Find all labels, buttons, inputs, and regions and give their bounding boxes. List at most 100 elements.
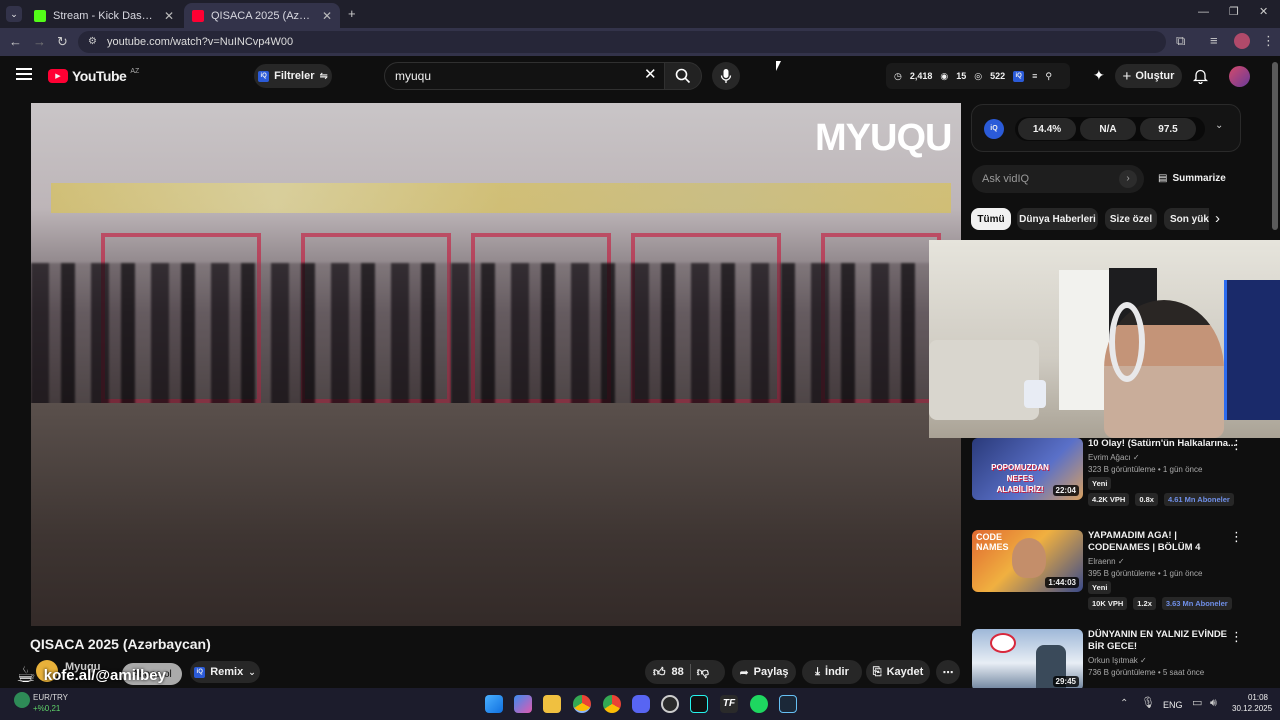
account-avatar[interactable] [1229,66,1250,87]
reload-icon[interactable]: ↻ [57,35,68,48]
search-input[interactable]: myuqu [384,62,666,90]
more-horizontal-icon: ⋯ [942,666,954,679]
close-tab-icon[interactable]: ✕ [322,9,332,23]
youtube-logo[interactable]: ▶ YouTube AZ [48,68,139,84]
spotify-icon[interactable] [750,695,768,713]
copilot-icon[interactable] [514,695,532,713]
vidiq-score-1[interactable]: 14.4% [1018,118,1076,140]
volume-icon[interactable]: 🔊︎ [1210,698,1217,709]
search-button[interactable] [664,62,702,90]
chrome-active-icon[interactable] [573,695,591,713]
reading-list-icon[interactable]: ≡ [1210,34,1218,47]
recommended-channel[interactable]: Orkun Işıtmak ✓ [1088,656,1238,665]
window-close-icon[interactable]: ✕ [1259,7,1268,18]
list-icon[interactable]: ≡ [1032,71,1037,81]
recommended-channel[interactable]: Evrim Ağacı ✓ [1088,453,1238,462]
network-icon[interactable]: ▭ [1192,698,1202,709]
clear-search-icon[interactable]: ✕ [644,67,657,82]
browser-menu-icon[interactable]: ⋮ [1262,34,1275,47]
chevron-down-icon[interactable]: ⌄ [1215,121,1223,131]
save-button[interactable]: ⎘ Kaydet [866,660,930,684]
tray-mic-icon[interactable]: 🎙︎ [1141,698,1155,709]
remix-button[interactable]: iQ Remix ⌄ [190,661,260,683]
gemini-ask-icon[interactable]: ✦ [1093,68,1105,82]
recommended-title[interactable]: DÜNYANIN EN YALNIZ EVİNDE BİR GECE! [1088,629,1238,653]
vidiq-score-2[interactable]: N/A [1080,118,1136,140]
windows-start-icon[interactable] [485,695,503,713]
browser-tab-strip: ⌄ Stream - Kick Dashboard ✕ QISACA 2025 … [0,0,1280,28]
recommended-title[interactable]: YAPAMADIM AGA! | CODENAMES | BÖLÜM 4 [1088,530,1238,554]
like-count[interactable]: 88 [672,666,684,678]
vidiq-logo-icon: iQ [984,119,1004,139]
tiktok-icon[interactable] [690,695,708,713]
sliders-icon: ⇋ [319,70,328,82]
video-frame-floor [31,403,961,626]
maximize-icon[interactable]: ❐ [1229,7,1239,18]
notifications-bell-icon[interactable] [1192,68,1209,89]
summarize-button[interactable]: ▤ Summarize [1158,173,1226,184]
steam-icon[interactable] [779,695,797,713]
new-tab-icon[interactable]: + [348,7,356,20]
recommended-channel[interactable]: Elraenn ✓ [1088,557,1238,566]
more-actions-button[interactable]: ⋯ [936,660,960,684]
hamburger-menu-icon[interactable] [16,68,32,80]
forward-icon[interactable]: → [33,35,46,48]
voice-search-button[interactable] [712,62,740,90]
recommended-video[interactable]: CODE NAMES 1:44:03 YAPAMADIM AGA! | CODE… [972,530,1272,620]
currency-pair: EUR/TRY [33,693,68,702]
share-button[interactable]: ➦ Paylaş [732,660,796,684]
chevron-down-icon: ⌄ [248,666,256,677]
extensions-icon[interactable]: ⧉ [1176,34,1185,47]
address-bar[interactable]: ⚙ youtube.com/watch?v=NuINCvp4W00 [78,31,1166,53]
page-scrollbar-thumb[interactable] [1272,62,1278,230]
create-button[interactable]: + Oluştur [1115,64,1182,88]
vidiq-icon[interactable]: iQ [1013,70,1025,82]
video-player[interactable]: MYUQU [31,103,961,626]
chip-recently-uploaded[interactable]: Son yük [1164,208,1209,230]
discord-icon[interactable] [632,695,650,713]
more-vertical-icon[interactable]: ⋮ [1230,630,1243,643]
chip-for-you[interactable]: Size özel [1105,208,1157,230]
close-tab-icon[interactable]: ✕ [164,9,174,23]
file-explorer-icon[interactable] [543,695,561,713]
back-icon[interactable]: ← [9,35,22,48]
chip-all[interactable]: Tümü [971,208,1011,230]
like-icon[interactable]: 👍︎ [653,665,666,680]
tab-youtube-video[interactable]: QISACA 2025 (Azərbaycan) - YouTube ✕ [184,3,340,28]
chrome-icon[interactable] [603,695,621,713]
channel-stats-bar: ◷ 2,418 ◉ 15 ◎ 522 iQ ≡ ⚲ [886,63,1070,89]
more-vertical-icon[interactable]: ⋮ [1230,530,1243,543]
chips-next-icon[interactable]: › [1215,210,1220,227]
recommended-title[interactable]: 10 Olay! (Satürn'ün Halkalarına... [1088,438,1238,450]
tab-search-button[interactable]: ⌄ [6,6,22,22]
vidiq-score-panel: iQ 14.4% N/A 97.5 ⌄ [971,104,1241,152]
tray-overflow-icon[interactable]: ⌃ [1120,699,1128,709]
vidiq-score-3[interactable]: 97.5 [1140,118,1196,140]
screen: { "browser": { "tabs": [ {"title": "Stre… [0,0,1280,720]
eye-icon: ◉ [940,70,949,81]
currency-widget-icon[interactable] [14,692,30,708]
recommended-video[interactable]: POPOMUZDAN NEFES ALABİLİRİZ! 22:04 10 Ol… [972,438,1272,528]
tab-kick-dashboard[interactable]: Stream - Kick Dashboard ✕ [26,3,182,28]
webcam-cup [1024,380,1046,408]
input-language[interactable]: ENG [1163,700,1183,710]
more-vertical-icon[interactable]: ⋮ [1230,438,1243,451]
webcam-bed [929,340,1039,420]
tf-app-icon[interactable]: TF [720,695,738,713]
recommended-video[interactable]: 29:45 DÜNYANIN EN YALNIZ EVİNDE BİR GECE… [972,629,1272,688]
obs-icon[interactable] [661,695,679,713]
trophy-icon[interactable]: ⚲ [1045,71,1052,82]
minimize-icon[interactable]: — [1198,7,1209,18]
profile-avatar[interactable] [1234,33,1250,49]
video-thumbnail[interactable]: CODE NAMES 1:44:03 [972,530,1083,592]
dislike-icon[interactable]: 👎︎ [697,665,709,680]
stream-donation-overlay: ☕︎ kofe.al/@amilbey [16,662,166,687]
system-clock[interactable]: 01:08 30.12.2025 [1232,692,1272,714]
video-thumbnail[interactable]: 29:45 [972,629,1083,688]
video-thumbnail[interactable]: POPOMUZDAN NEFES ALABİLİRİZ! 22:04 [972,438,1083,500]
download-button[interactable]: ⤓ İndir [802,660,862,684]
send-chevron-icon[interactable]: › [1119,170,1137,188]
filters-button[interactable]: iQ Filtreler ⇋ [254,64,332,88]
site-info-icon[interactable]: ⚙ [88,37,97,47]
chip-world-news[interactable]: Dünya Haberleri [1017,208,1098,230]
